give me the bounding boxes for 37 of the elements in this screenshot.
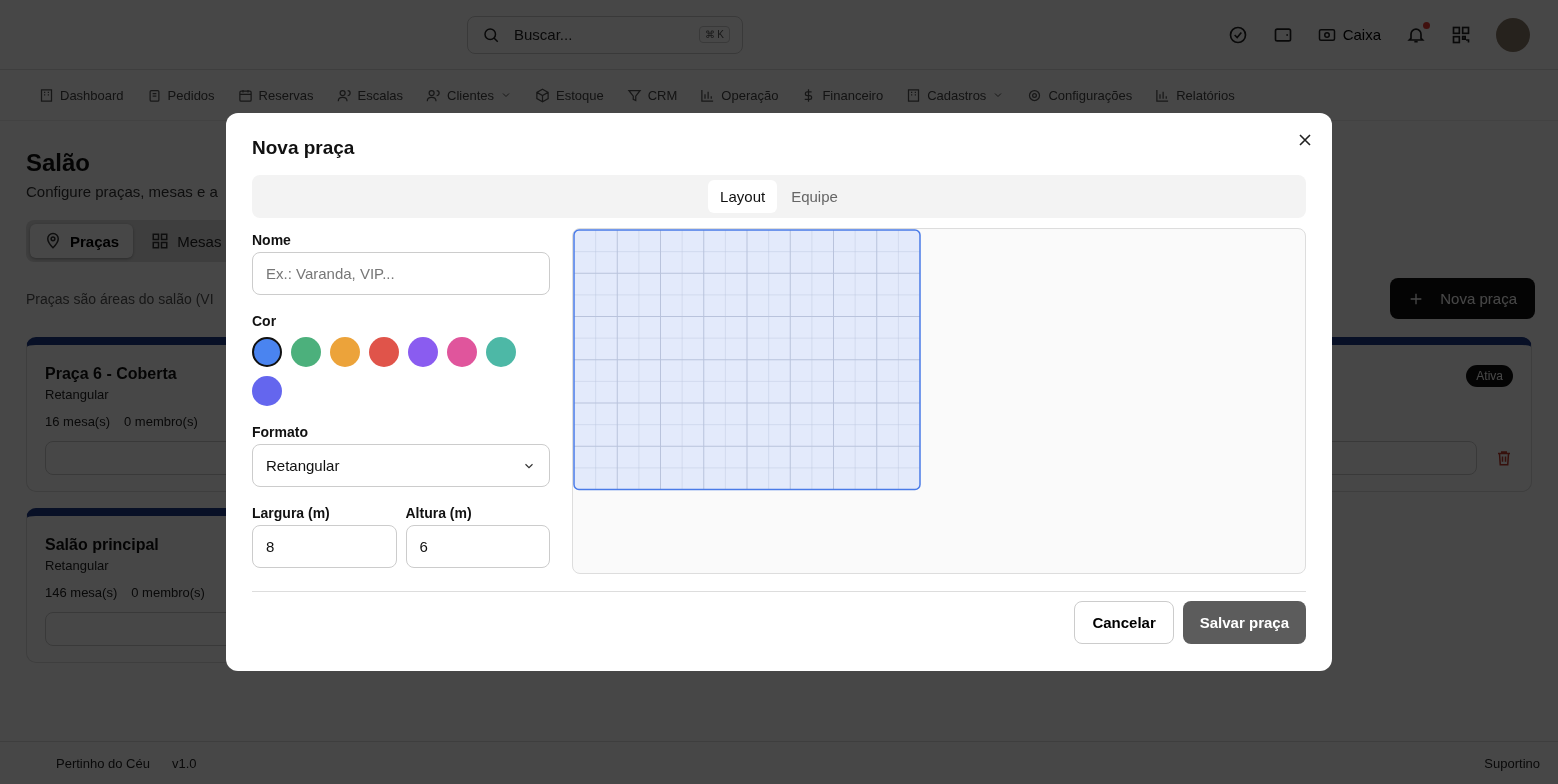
field-label: Cor	[252, 313, 278, 329]
page-subtitle: Configure praças, mesas e a	[26, 183, 218, 200]
field-label: Largura (m)	[252, 505, 331, 521]
tab[interactable]: Layout	[708, 180, 778, 213]
field-label: Altura (m)	[405, 505, 473, 521]
member-count: 0 membro(s)	[131, 585, 205, 600]
shape-label: Retangular	[45, 558, 109, 573]
card-title: Salão principal	[45, 536, 159, 554]
page-title: Salão	[26, 149, 91, 177]
color-swatch[interactable]	[486, 337, 516, 367]
close-icon[interactable]	[1298, 133, 1312, 147]
table-count: 146 mesa(s)	[45, 585, 118, 600]
width-field[interactable]: 8	[252, 525, 397, 568]
shape-label: Retangular	[45, 387, 109, 402]
table-count: 16 mesa(s)	[45, 414, 111, 429]
color-swatch[interactable]	[408, 337, 438, 367]
support-link[interactable]: Suportino	[1484, 755, 1540, 771]
field-label: Formato	[252, 424, 309, 440]
color-swatch[interactable]	[447, 337, 477, 367]
tab[interactable]: Equipe	[779, 180, 850, 213]
brand-label: Pertinho do Céu	[56, 755, 150, 771]
shape-select[interactable]: Retangular	[252, 444, 550, 487]
member-count: 0 membro(s)	[124, 414, 198, 429]
cancel-button[interactable]: Cancelar	[1074, 601, 1174, 644]
color-swatch[interactable]	[291, 337, 321, 367]
search-placeholder: Buscar...	[514, 26, 574, 43]
color-swatch[interactable]	[252, 376, 282, 406]
color-swatch[interactable]	[330, 337, 360, 367]
color-swatch[interactable]	[369, 337, 399, 367]
height-field[interactable]: 6	[405, 525, 550, 568]
field-label: Nome	[252, 232, 292, 248]
version-label: v1.0	[171, 755, 197, 771]
card-title: Praça 6 - Coberta	[45, 365, 177, 383]
name-field[interactable]: Ex.: Varanda, VIP...	[252, 252, 550, 295]
dialog-title: Nova praça	[252, 137, 356, 159]
color-swatch[interactable]	[252, 337, 282, 367]
area-grid-drawing[interactable]	[573, 229, 921, 491]
